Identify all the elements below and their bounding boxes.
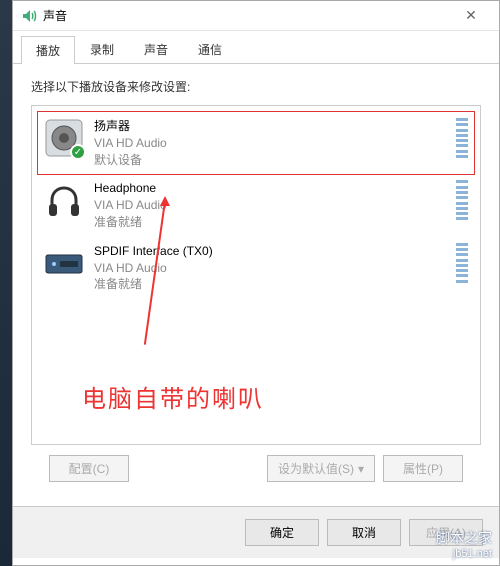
device-info: Headphone VIA HD Audio 准备就绪 <box>94 180 448 230</box>
tab-playback[interactable]: 播放 <box>21 36 75 64</box>
instruction-text: 选择以下播放设备来修改设置: <box>31 78 481 95</box>
device-driver: VIA HD Audio <box>94 135 448 152</box>
tab-sounds[interactable]: 声音 <box>129 35 183 63</box>
device-info: 扬声器 VIA HD Audio 默认设备 <box>94 118 448 168</box>
tab-communications[interactable]: 通信 <box>183 35 237 63</box>
device-name: 扬声器 <box>94 118 448 135</box>
device-info: SPDIF Interface (TX0) VIA HD Audio 准备就绪 <box>94 243 448 293</box>
device-item-speaker[interactable]: ✓ 扬声器 VIA HD Audio 默认设备 <box>38 112 474 174</box>
annotation-arrow-head <box>160 196 170 206</box>
headphone-icon <box>44 180 84 220</box>
tab-content: 选择以下播放设备来修改设置: ✓ 扬声器 VIA HD Audio 默认设备 <box>13 64 499 506</box>
device-name: SPDIF Interface (TX0) <box>94 243 448 260</box>
dialog-footer: 确定 取消 应用(A) <box>13 506 499 558</box>
close-button[interactable]: ✕ <box>451 2 491 30</box>
chevron-down-icon: ▾ <box>358 462 364 476</box>
device-driver: VIA HD Audio <box>94 260 448 277</box>
level-meter <box>456 180 468 220</box>
level-meter <box>456 243 468 283</box>
default-check-icon: ✓ <box>70 144 86 160</box>
device-status: 准备就绪 <box>94 214 448 231</box>
spdif-icon <box>44 243 84 283</box>
device-item-spdif[interactable]: SPDIF Interface (TX0) VIA HD Audio 准备就绪 <box>38 237 474 299</box>
tab-strip: 播放 录制 声音 通信 <box>13 31 499 64</box>
level-meter <box>456 118 468 158</box>
window-title: 声音 <box>43 7 451 24</box>
set-default-label: 设为默认值(S) <box>278 460 354 477</box>
spacer <box>129 455 267 482</box>
annotation-text: 电脑自带的喇叭 <box>82 379 264 414</box>
watermark-cn: 脚本之家 <box>436 528 492 548</box>
device-status: 默认设备 <box>94 152 448 169</box>
tab-recording[interactable]: 录制 <box>75 35 129 63</box>
device-list[interactable]: ✓ 扬声器 VIA HD Audio 默认设备 Headphone VIA HD… <box>31 105 481 445</box>
device-item-headphone[interactable]: Headphone VIA HD Audio 准备就绪 <box>38 174 474 236</box>
sound-icon <box>21 8 37 24</box>
device-status: 准备就绪 <box>94 276 448 293</box>
configure-button[interactable]: 配置(C) <box>49 455 129 482</box>
properties-button[interactable]: 属性(P) <box>383 455 463 482</box>
spacer <box>375 455 383 482</box>
desktop-left-strip <box>0 0 12 566</box>
watermark: 脚本之家 jb51.net <box>436 528 492 560</box>
close-icon: ✕ <box>465 7 477 24</box>
cancel-button[interactable]: 取消 <box>327 519 401 546</box>
ok-button[interactable]: 确定 <box>245 519 319 546</box>
titlebar: 声音 ✕ <box>13 1 499 31</box>
lower-button-row: 配置(C) 设为默认值(S) ▾ 属性(P) <box>31 445 481 492</box>
set-default-button[interactable]: 设为默认值(S) ▾ <box>267 455 375 482</box>
watermark-url: jb51.net <box>436 548 492 560</box>
speaker-icon: ✓ <box>44 118 84 158</box>
sound-dialog: 声音 ✕ 播放 录制 声音 通信 选择以下播放设备来修改设置: ✓ 扬声器 VI… <box>12 0 500 566</box>
device-name: Headphone <box>94 180 448 197</box>
device-driver: VIA HD Audio <box>94 197 448 214</box>
